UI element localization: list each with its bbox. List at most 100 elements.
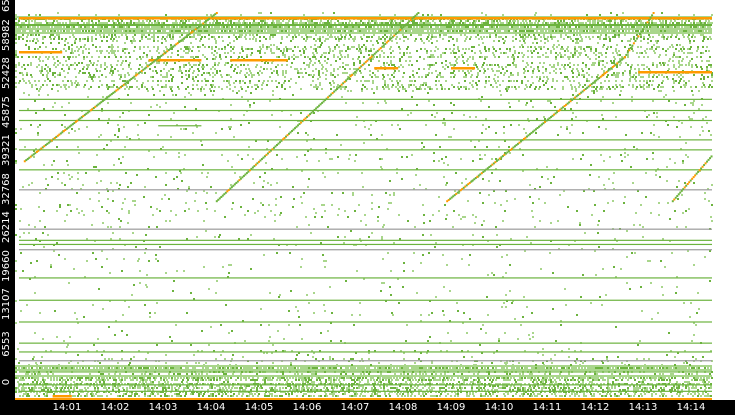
data-point — [521, 44, 523, 46]
data-point — [532, 42, 534, 44]
data-point — [182, 56, 184, 58]
data-point — [484, 367, 486, 369]
data-point — [34, 332, 36, 334]
data-point — [630, 66, 632, 68]
data-point — [393, 192, 395, 194]
data-point — [66, 377, 68, 379]
data-point — [559, 373, 561, 375]
data-point — [583, 395, 585, 397]
data-point — [46, 367, 48, 369]
data-point — [187, 379, 189, 381]
data-point — [121, 270, 123, 272]
data-point — [372, 377, 374, 379]
data-point — [31, 389, 33, 391]
data-point — [487, 367, 489, 369]
data-point — [227, 160, 229, 162]
data-point — [435, 296, 437, 298]
data-point — [409, 379, 411, 381]
data-point — [542, 54, 544, 56]
data-point — [321, 64, 323, 66]
data-point — [639, 224, 641, 226]
data-point — [572, 72, 574, 74]
data-point — [315, 50, 317, 52]
data-point — [65, 60, 67, 62]
data-point — [605, 367, 607, 369]
data-point — [134, 377, 136, 379]
data-point — [498, 70, 500, 72]
data-point — [526, 102, 528, 104]
data-point — [295, 358, 297, 360]
data-point — [431, 387, 433, 389]
data-point — [675, 292, 677, 294]
data-point — [504, 387, 506, 389]
data-point — [602, 60, 604, 62]
data-point — [391, 74, 393, 76]
plot-area — [9, 12, 713, 403]
data-point — [549, 377, 551, 379]
data-point — [561, 395, 563, 397]
data-point — [241, 48, 243, 50]
data-point — [390, 387, 392, 389]
data-point — [553, 44, 555, 46]
data-point — [267, 182, 269, 184]
data-point — [79, 377, 81, 379]
data-point — [429, 336, 431, 338]
data-point — [77, 377, 79, 379]
data-point — [588, 46, 590, 48]
data-point — [481, 132, 483, 134]
data-point — [679, 367, 681, 369]
data-point — [56, 242, 58, 244]
data-point — [374, 367, 376, 369]
data-point — [263, 68, 265, 70]
data-point — [614, 238, 616, 240]
data-point — [39, 56, 41, 58]
data-point — [48, 56, 50, 58]
data-point — [118, 377, 120, 379]
data-point — [593, 367, 595, 369]
data-point — [428, 72, 430, 74]
data-point — [402, 76, 404, 78]
data-point — [479, 50, 481, 52]
data-point — [253, 102, 255, 104]
data-point — [529, 395, 531, 397]
data-point — [550, 358, 552, 360]
data-point — [65, 381, 67, 383]
data-point — [638, 68, 640, 70]
data-point — [415, 367, 417, 369]
data-point — [76, 46, 78, 48]
data-point — [465, 178, 467, 180]
data-point — [221, 389, 223, 391]
data-point — [483, 72, 485, 74]
data-point — [343, 377, 345, 379]
data-point — [700, 52, 702, 54]
data-point — [603, 184, 605, 186]
data-point — [224, 377, 226, 379]
data-point — [50, 264, 52, 266]
data-point — [583, 393, 585, 395]
data-point — [706, 379, 708, 381]
data-point — [402, 66, 404, 68]
data-point — [142, 379, 144, 381]
data-point — [340, 144, 342, 146]
data-point — [221, 128, 223, 130]
data-point — [118, 128, 120, 130]
data-point — [632, 182, 634, 184]
data-point — [346, 387, 348, 389]
data-point — [592, 62, 594, 64]
data-point — [638, 381, 640, 383]
data-point — [259, 52, 261, 54]
data-point — [385, 379, 387, 381]
data-point — [211, 48, 213, 50]
data-point — [325, 381, 327, 383]
data-point — [301, 389, 303, 391]
data-point — [522, 373, 524, 375]
data-point — [706, 68, 708, 70]
data-point — [528, 387, 530, 389]
data-point — [39, 220, 41, 222]
data-point — [15, 56, 17, 58]
data-point — [190, 94, 192, 96]
data-point — [218, 62, 220, 64]
data-point — [357, 58, 359, 60]
data-point — [183, 377, 185, 379]
data-point — [208, 46, 210, 48]
